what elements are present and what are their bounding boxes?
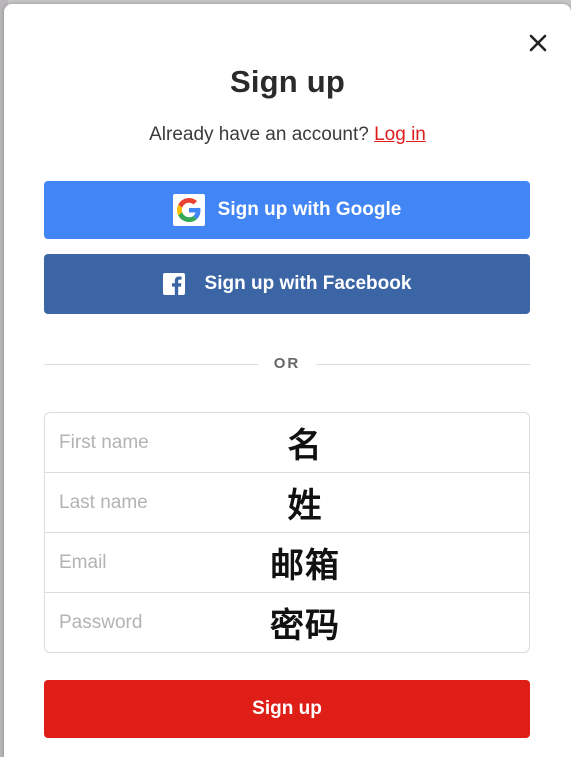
first-name-field-wrap: 名 bbox=[45, 413, 529, 472]
google-signup-button[interactable]: Sign up with Google bbox=[44, 181, 530, 239]
login-link[interactable]: Log in bbox=[374, 124, 426, 145]
signup-modal: Sign up Already have an account? Log in … bbox=[4, 4, 571, 757]
last-name-field-wrap: 姓 bbox=[45, 472, 529, 532]
divider-line-right bbox=[316, 364, 530, 365]
login-prompt-text: Already have an account? bbox=[149, 124, 369, 145]
facebook-signup-button[interactable]: Sign up with Facebook bbox=[44, 254, 530, 314]
password-field-wrap: 密码 bbox=[45, 592, 529, 652]
close-icon[interactable] bbox=[525, 30, 551, 56]
password-input[interactable] bbox=[45, 593, 529, 652]
email-field-wrap: 邮箱 bbox=[45, 532, 529, 592]
first-name-input[interactable] bbox=[45, 413, 529, 472]
or-divider: OR bbox=[44, 354, 530, 374]
login-prompt: Already have an account? Log in bbox=[4, 124, 571, 146]
google-signup-label: Sign up with Google bbox=[217, 199, 402, 220]
signup-submit-button[interactable]: Sign up bbox=[44, 680, 530, 738]
modal-title: Sign up bbox=[229, 64, 346, 99]
last-name-input[interactable] bbox=[45, 473, 529, 532]
facebook-f-icon bbox=[162, 273, 185, 295]
google-g-icon bbox=[172, 194, 205, 226]
email-input[interactable] bbox=[45, 533, 529, 592]
signup-form: 名 姓 邮箱 密码 bbox=[44, 412, 530, 653]
facebook-signup-label: Sign up with Facebook bbox=[204, 273, 412, 294]
